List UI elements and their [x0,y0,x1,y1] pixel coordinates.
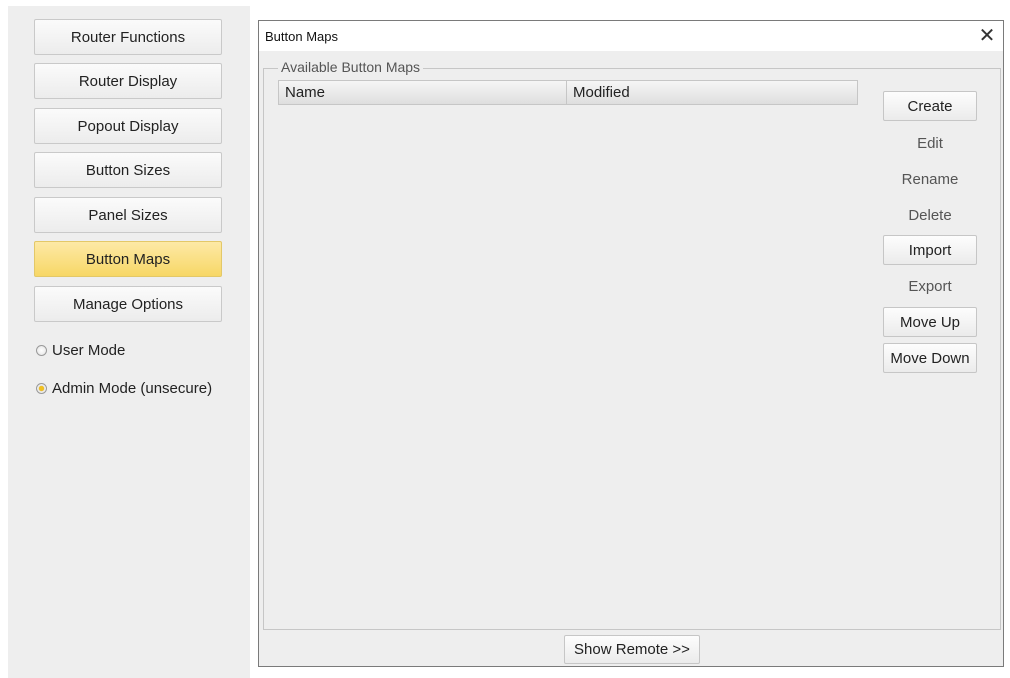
delete-button: Delete [908,207,952,224]
manage-options-button[interactable]: Manage Options [34,286,222,322]
group-label: Available Button Maps [278,59,424,75]
button-sizes-button[interactable]: Button Sizes [34,152,222,188]
available-button-maps-group: Available Button Maps Name Modified Crea… [263,59,1001,630]
admin-mode-label: Admin Mode (unsecure) [52,380,213,397]
button-maps-button[interactable]: Button Maps [34,241,222,277]
router-display-button[interactable]: Router Display [34,63,222,99]
button-maps-table-body[interactable] [278,105,858,625]
user-mode-radio-row[interactable]: User Mode [36,341,125,361]
move-down-button[interactable]: Move Down [883,343,977,373]
close-icon[interactable]: ✕ [973,23,1001,49]
show-remote-button[interactable]: Show Remote >> [564,635,700,664]
button-maps-dialog: Button Maps ✕ Available Button Maps Name… [258,20,1004,667]
dialog-titlebar: Button Maps ✕ [259,21,1003,51]
router-functions-button[interactable]: Router Functions [34,19,222,55]
edit-button: Edit [917,135,943,152]
popout-display-button[interactable]: Popout Display [34,108,222,144]
import-button[interactable]: Import [883,235,977,265]
left-panel: Router Functions Router Display Popout D… [8,6,250,678]
user-mode-radio[interactable] [36,344,47,356]
rename-button: Rename [901,171,959,188]
create-button[interactable]: Create [883,91,977,121]
column-header-modified[interactable]: Modified [567,81,857,104]
table-header: Name Modified [278,80,858,105]
move-up-button[interactable]: Move Up [883,307,977,337]
panel-sizes-button[interactable]: Panel Sizes [34,197,222,233]
dialog-title: Button Maps [265,29,338,44]
column-header-name[interactable]: Name [279,81,567,104]
export-button: Export [908,278,952,295]
user-mode-label: User Mode [52,342,126,359]
admin-mode-radio-row[interactable]: Admin Mode (unsecure) [36,379,212,399]
admin-mode-radio[interactable] [36,382,47,394]
